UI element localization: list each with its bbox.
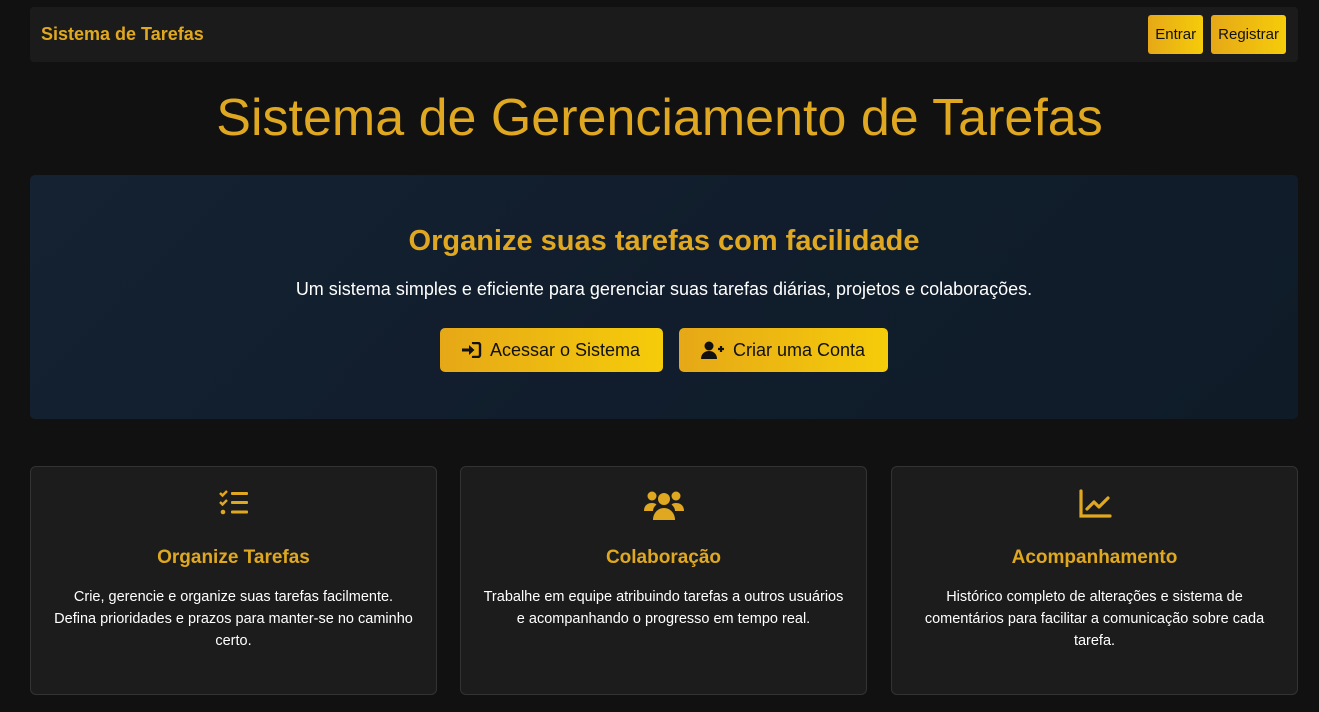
feature-card-collaboration: Colaboração Trabalhe em equipe atribuind… <box>460 466 867 695</box>
navbar: Sistema de Tarefas Entrar Registrar <box>30 7 1298 62</box>
login-button[interactable]: Entrar <box>1148 15 1204 54</box>
brand-link[interactable]: Sistema de Tarefas <box>41 24 204 45</box>
feature-card-tracking: Acompanhamento Histórico completo de alt… <box>891 466 1298 695</box>
feature-title: Colaboração <box>605 547 722 568</box>
create-account-label: Criar uma Conta <box>733 339 866 360</box>
feature-description: Histórico completo de alterações e siste… <box>924 589 1265 649</box>
features-section: Organize Tarefas Crie, gerencie e organi… <box>30 466 1298 695</box>
register-button[interactable]: Registrar <box>1211 15 1286 54</box>
chart-line-icon <box>892 489 1297 519</box>
feature-title: Acompanhamento <box>1011 547 1178 568</box>
create-account-button[interactable]: Criar uma Conta <box>679 328 889 372</box>
sign-in-icon <box>461 342 482 358</box>
tasks-list-icon <box>31 489 436 517</box>
users-icon <box>461 489 866 523</box>
feature-card-organize: Organize Tarefas Crie, gerencie e organi… <box>30 466 437 695</box>
access-system-label: Acessar o Sistema <box>489 339 640 360</box>
hero-section: Organize suas tarefas com facilidade Um … <box>30 175 1298 419</box>
feature-description: Trabalhe em equipe atribuindo tarefas a … <box>483 589 844 627</box>
feature-description: Crie, gerencie e organize suas tarefas f… <box>54 589 413 649</box>
user-plus-icon <box>701 341 725 359</box>
hero-description: Um sistema simples e eficiente para gere… <box>295 279 1033 299</box>
page-title: Sistema de Gerenciamento de Tarefas <box>216 89 1103 147</box>
nav-buttons: Entrar Registrar <box>1148 15 1286 54</box>
hero-buttons: Acessar o Sistema Criar uma Conta <box>30 328 1298 372</box>
feature-title: Organize Tarefas <box>157 547 310 568</box>
hero-title: Organize suas tarefas com facilidade <box>408 225 920 257</box>
access-system-button[interactable]: Acessar o Sistema <box>439 328 663 372</box>
